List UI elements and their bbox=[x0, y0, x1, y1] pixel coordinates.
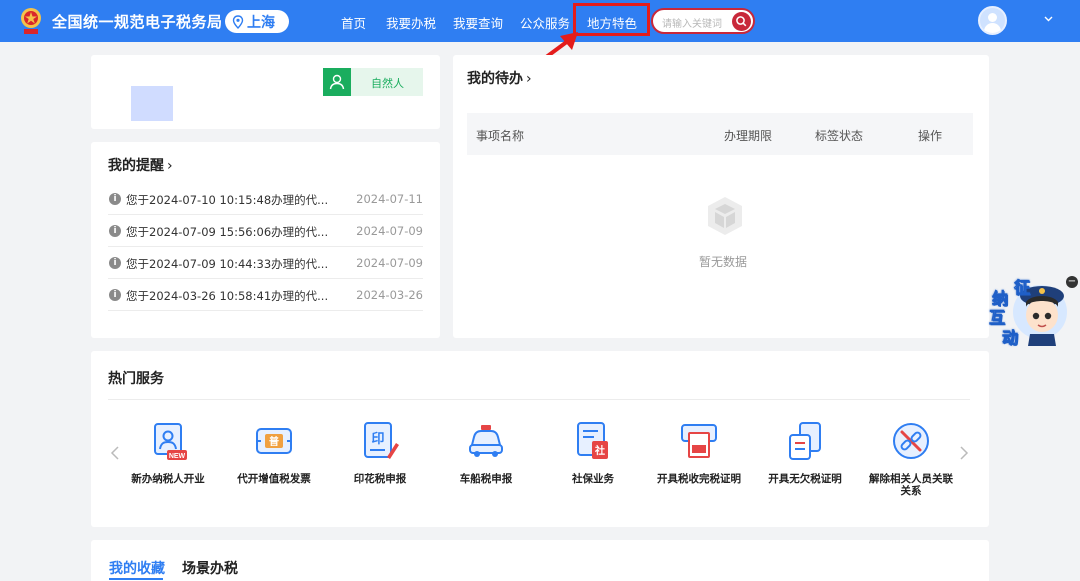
service-social-security[interactable]: 社 社保业务 bbox=[548, 419, 638, 485]
profile-image bbox=[131, 86, 173, 121]
hot-services-title: 热门服务 bbox=[108, 371, 164, 387]
divider bbox=[108, 399, 970, 400]
svg-text:社: 社 bbox=[594, 444, 605, 457]
reminders-card: 我的提醒 › i 您于2024-07-10 10:15:48办理的代... 202… bbox=[91, 142, 440, 338]
site-title: 全国统一规范电子税务局 bbox=[52, 13, 223, 31]
chevron-down-icon[interactable] bbox=[1044, 16, 1053, 22]
empty-state-text: 暂无数据 bbox=[699, 255, 748, 269]
vehicle-tax-icon bbox=[469, 425, 503, 457]
column-header: 事项名称 bbox=[476, 129, 525, 143]
column-header: 办理期限 bbox=[724, 129, 773, 143]
tab-scenario-tax[interactable]: 场景办税 bbox=[182, 558, 238, 578]
service-vat-invoice[interactable]: 普 代开增值税发票 bbox=[229, 419, 319, 485]
todo-table-header: 事项名称 办理期限 标签状态 操作 bbox=[467, 113, 973, 155]
user-type-label: 自然人 bbox=[371, 77, 404, 90]
service-no-arrears-certificate[interactable]: 开具无欠税证明 bbox=[760, 419, 850, 485]
search-button[interactable] bbox=[732, 12, 751, 31]
city-name: 上海 bbox=[247, 15, 275, 31]
reminder-item[interactable]: i 您于2024-07-10 10:15:48办理的代... 2024-07-1… bbox=[108, 183, 423, 215]
city-selector[interactable]: 上海 bbox=[225, 10, 289, 33]
chevron-right-icon: › bbox=[526, 71, 532, 87]
unlink-relation-icon bbox=[893, 423, 929, 459]
vat-invoice-icon: 普 bbox=[256, 428, 292, 454]
service-new-taxpayer[interactable]: NEW 新办纳税人开业 bbox=[123, 419, 213, 485]
service-stamp-tax[interactable]: 印 印花税申报 bbox=[335, 419, 425, 485]
person-icon bbox=[329, 74, 345, 90]
search-box[interactable]: 请输入关键词 bbox=[651, 8, 755, 34]
active-tab-indicator bbox=[109, 578, 163, 580]
reminder-item[interactable]: i 您于2024-07-09 10:44:33办理的代... 2024-07-0… bbox=[108, 247, 423, 279]
service-unlink-relation[interactable]: 解除相关人员关联关系 bbox=[866, 419, 956, 497]
nav-home[interactable]: 首页 bbox=[341, 13, 366, 32]
chevron-left-icon[interactable] bbox=[110, 445, 120, 461]
chevron-right-icon: › bbox=[167, 158, 173, 174]
svg-text:普: 普 bbox=[269, 435, 279, 448]
close-icon[interactable]: − bbox=[1066, 276, 1078, 288]
user-type-badge: 自然人 bbox=[323, 68, 423, 96]
new-taxpayer-icon: NEW bbox=[154, 423, 187, 460]
tab-my-favorites[interactable]: 我的收藏 bbox=[109, 558, 165, 578]
svg-text:NEW: NEW bbox=[169, 453, 186, 460]
svg-text:印: 印 bbox=[371, 432, 384, 447]
reminders-title[interactable]: 我的提醒 › bbox=[108, 155, 173, 175]
info-icon: i bbox=[109, 289, 121, 301]
todo-card: 我的待办 › 事项名称 办理期限 标签状态 操作 暂无数据 bbox=[453, 55, 989, 338]
profile-card: 自然人 bbox=[91, 55, 440, 129]
reminder-item[interactable]: i 您于2024-07-09 15:56:06办理的代... 2024-07-0… bbox=[108, 215, 423, 247]
nav-tax-query[interactable]: 我要查询 bbox=[453, 13, 503, 32]
nav-tax-handling[interactable]: 我要办税 bbox=[386, 13, 436, 32]
user-avatar[interactable] bbox=[978, 6, 1007, 35]
info-icon: i bbox=[109, 257, 121, 269]
tax-bureau-emblem-icon bbox=[21, 8, 41, 34]
info-icon: i bbox=[109, 193, 121, 205]
search-input[interactable]: 请输入关键词 bbox=[662, 15, 722, 30]
favorites-card: 我的收藏 场景办税 bbox=[91, 540, 989, 581]
todo-title[interactable]: 我的待办 › bbox=[467, 68, 532, 88]
stamp-tax-icon: 印 bbox=[364, 422, 399, 459]
chevron-right-icon[interactable] bbox=[959, 445, 969, 461]
empty-box-icon bbox=[708, 197, 742, 235]
location-pin-icon bbox=[232, 15, 244, 29]
social-security-icon: 社 bbox=[577, 422, 608, 459]
service-tax-payment-certificate[interactable]: 开具税收完税证明 bbox=[654, 419, 744, 485]
search-icon bbox=[736, 16, 747, 27]
reminder-item[interactable]: i 您于2024-03-26 10:58:41办理的代... 2024-03-2… bbox=[108, 279, 423, 311]
service-vehicle-tax[interactable]: 车船税申报 bbox=[441, 419, 531, 485]
column-header: 标签状态 bbox=[815, 129, 864, 143]
tax-payment-certificate-icon bbox=[681, 424, 717, 458]
no-arrears-certificate-icon bbox=[789, 422, 821, 460]
hot-services-card: 热门服务 NEW 新办纳税人开业 普 代开增值税发票 印 印花税申报 车船税申报… bbox=[91, 351, 989, 527]
column-header: 操作 bbox=[918, 129, 943, 143]
info-icon: i bbox=[109, 225, 121, 237]
